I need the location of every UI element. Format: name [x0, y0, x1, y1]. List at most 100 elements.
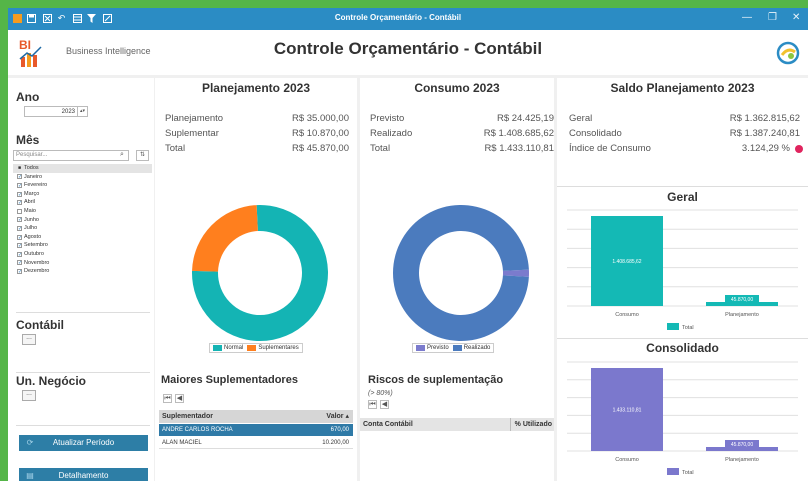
- detalhamento-button[interactable]: ▤ Detalhamento: [19, 468, 148, 481]
- maiores-title: Maiores Suplementadores: [161, 374, 298, 386]
- checkbox[interactable]: [17, 208, 22, 214]
- mes-list-item[interactable]: Maio: [13, 207, 152, 216]
- spin-icon[interactable]: ▴▾: [77, 107, 87, 116]
- mes-item-label: Setembro: [24, 242, 48, 249]
- col-percent-utilizado[interactable]: % Utilizado: [515, 418, 552, 431]
- legend-swatch: [667, 323, 679, 330]
- checkbox[interactable]: ■: [17, 165, 22, 171]
- x-tick-label: Planejamento: [725, 457, 759, 463]
- mes-item-label: Todos: [24, 165, 39, 171]
- row-name: ALAN MACIEL: [162, 440, 202, 446]
- mes-item-label: Novembro: [24, 259, 50, 266]
- mes-item-label: Fevereiro: [24, 182, 48, 189]
- kv-value: R$ 1.362.815,62: [729, 113, 800, 124]
- bi-logo: BI: [17, 37, 47, 69]
- save-icon[interactable]: [26, 13, 37, 24]
- table-row[interactable]: ALAN MACIEL 10.200,00: [159, 437, 353, 449]
- bar-data-label: 1.433.110,81: [613, 408, 642, 414]
- table-nav: ⏮ ◀: [368, 400, 398, 410]
- mes-list-item[interactable]: ✓ Março: [13, 190, 152, 199]
- mes-search-input[interactable]: Pesquisar...: [13, 150, 129, 161]
- checkbox[interactable]: ✓: [17, 174, 22, 180]
- col-suplementador[interactable]: Suplementador: [162, 410, 213, 423]
- close-icon[interactable]: ✕: [792, 12, 800, 23]
- mes-list-item[interactable]: ✓ Abril: [13, 198, 152, 207]
- table-row[interactable]: ANDRE CARLOS ROCHA 670,00: [159, 424, 353, 436]
- divider: [16, 425, 150, 426]
- mes-list-item[interactable]: ✓ Junho: [13, 216, 152, 225]
- legend-swatch: [416, 345, 425, 351]
- search-icon[interactable]: ⌕: [120, 151, 129, 160]
- contabil-select-button[interactable]: ...: [22, 334, 36, 345]
- filter-clear-icon[interactable]: [86, 13, 97, 24]
- consumo-legend: Previsto Realizado: [412, 343, 495, 353]
- kv-value: 3.124,29 %: [741, 143, 790, 154]
- first-page-icon[interactable]: ⏮: [368, 400, 377, 409]
- mes-item-label: Agosto: [24, 233, 42, 240]
- mes-list-item[interactable]: ✓ Dezembro: [13, 267, 152, 276]
- legend-swatch: [213, 345, 222, 351]
- table-header: Conta Contábil % Utilizado: [360, 418, 554, 431]
- col-conta-contabil[interactable]: Conta Contábil: [363, 418, 413, 431]
- atualizar-periodo-button[interactable]: ⟳ Atualizar Período: [19, 435, 148, 451]
- mes-list-item[interactable]: ✓ Fevereiro: [13, 181, 152, 190]
- alert-indicator-icon: [795, 145, 803, 153]
- mes-list-item[interactable]: ✓ Janeiro: [13, 173, 152, 182]
- col-valor[interactable]: Valor ▴: [326, 410, 349, 423]
- consolidado-chart-title: Consolidado: [646, 341, 719, 355]
- geral-bar-chart: 1.408.685,62 Consumo 45.870,00 Planejamento…: [567, 209, 798, 331]
- checkbox[interactable]: ✓: [17, 234, 22, 240]
- title-bar: ↶ Controle Orçamentário - Contábil — ❐ ✕: [8, 8, 808, 30]
- mes-list-item[interactable]: ✓ Julho: [13, 224, 152, 233]
- mes-list-item[interactable]: ✓ Agosto: [13, 233, 152, 242]
- checkbox[interactable]: ✓: [17, 200, 22, 206]
- mes-list-item[interactable]: ✓ Novembro: [13, 259, 152, 268]
- un-negocio-label: Un. Negócio: [16, 374, 87, 388]
- grid-icon[interactable]: [72, 13, 83, 24]
- prev-page-icon[interactable]: ◀: [175, 394, 184, 403]
- kv-value: R$ 1.433.110,81: [484, 143, 554, 154]
- atualizar-label: Atualizar Período: [52, 438, 115, 447]
- first-page-icon[interactable]: ⏮: [163, 394, 172, 403]
- mes-list-item[interactable]: ■ Todos: [13, 164, 152, 173]
- planejamento-slice-suplementares[interactable]: [192, 205, 258, 272]
- mes-list-item[interactable]: ✓ Outubro: [13, 250, 152, 259]
- table-header: Suplementador Valor ▴: [159, 410, 353, 423]
- checkbox[interactable]: ✓: [17, 191, 22, 197]
- maximize-icon[interactable]: ❐: [768, 12, 777, 23]
- kv-value: R$ 10.870,00: [291, 128, 349, 139]
- checkbox[interactable]: ✓: [17, 243, 22, 249]
- un-negocio-select-button[interactable]: ...: [22, 390, 36, 401]
- minimize-icon[interactable]: —: [742, 12, 752, 23]
- kv-value: R$ 1.387.240,81: [729, 128, 800, 139]
- checkbox[interactable]: ✓: [17, 251, 22, 257]
- app-name: Business Intelligence: [66, 46, 151, 56]
- legend-label: Previsto: [427, 345, 449, 351]
- mes-list: ■ Todos ✓ Janeiro ✓ Fevereiro ✓ Março ✓ Abril Maio…: [13, 164, 152, 276]
- mes-list-item[interactable]: ✓ Setembro: [13, 241, 152, 250]
- consumo-donut-chart: [393, 204, 529, 341]
- row-name: ANDRE CARLOS ROCHA: [162, 427, 233, 433]
- close-doc-icon[interactable]: [42, 13, 53, 24]
- page-header: BI Business Intelligence Controle Orçame…: [8, 30, 808, 75]
- checkbox[interactable]: ✓: [17, 182, 22, 188]
- saldo-title: Saldo Planejamento 2023: [610, 81, 755, 95]
- checkbox[interactable]: ✓: [17, 260, 22, 266]
- checkbox[interactable]: ✓: [17, 268, 22, 274]
- page-title: Controle Orçamentário - Contábil: [273, 39, 543, 58]
- checkbox[interactable]: ✓: [17, 225, 22, 231]
- table-nav: ⏮ ◀: [163, 394, 193, 404]
- mes-item-label: Outubro: [24, 250, 44, 257]
- legend-label: Suplementares: [258, 345, 299, 351]
- sort-icon[interactable]: ⇅: [136, 150, 149, 161]
- consumo-title: Consumo 2023: [414, 81, 500, 95]
- kv-value: R$ 24.425,19: [496, 113, 554, 124]
- undo-icon[interactable]: ↶: [56, 13, 67, 24]
- legend-label: Normal: [224, 345, 244, 351]
- year-stepper[interactable]: 2023 ▴▾: [24, 106, 88, 117]
- prev-page-icon[interactable]: ◀: [380, 400, 389, 409]
- legend-label: Total: [682, 470, 694, 476]
- checkbox[interactable]: ✓: [17, 217, 22, 223]
- kv-label: Total: [370, 143, 391, 154]
- edit-icon[interactable]: [102, 13, 113, 24]
